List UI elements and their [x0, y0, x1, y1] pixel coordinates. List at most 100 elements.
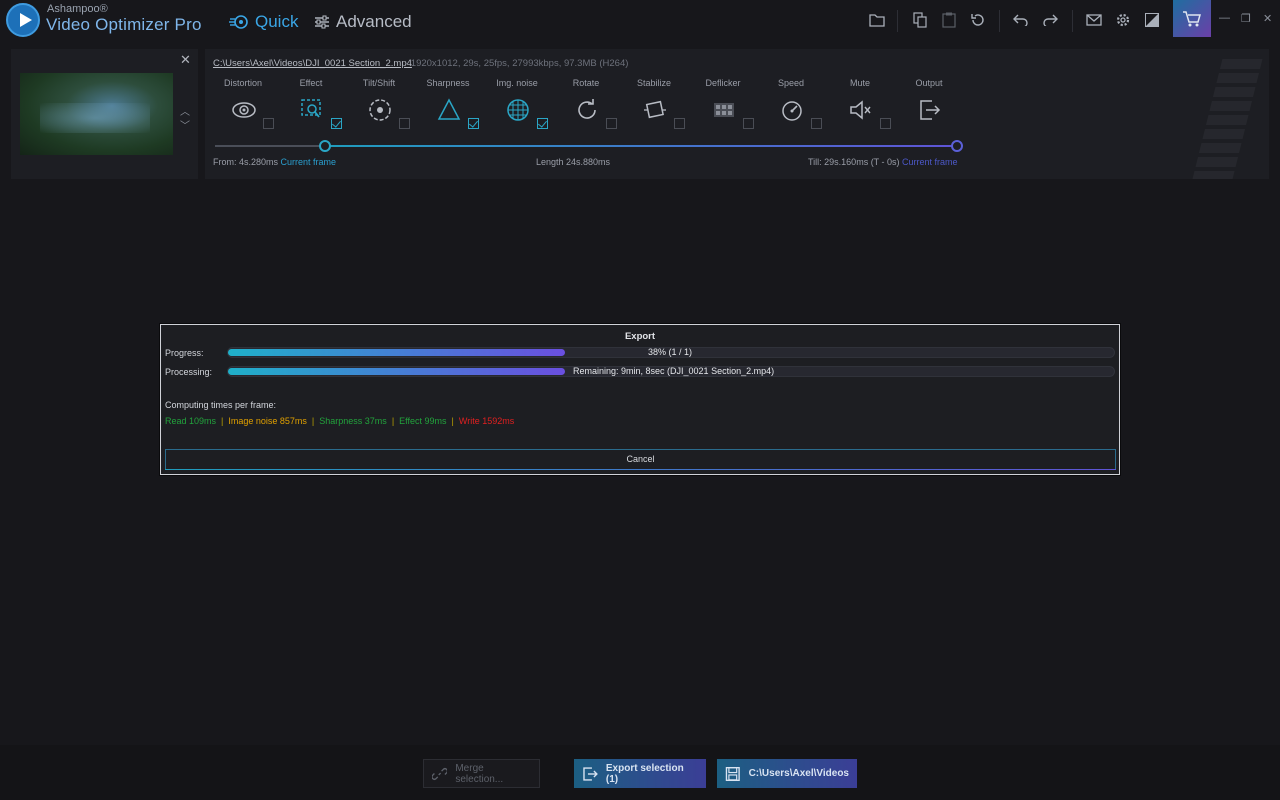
reset-icon[interactable] — [966, 9, 990, 31]
progress-bar-fill — [228, 349, 565, 356]
link-icon — [432, 767, 448, 780]
filter-sharpness[interactable]: Sharpness — [416, 78, 480, 138]
processing-bar: Remaining: 9min, 8sec (DJI_0021 Section_… — [227, 366, 1115, 377]
filter-checkbox[interactable] — [331, 118, 342, 129]
filter-label: Deflicker — [705, 78, 741, 88]
filter-checkbox[interactable] — [468, 118, 479, 129]
computing-times-label: Computing times per frame: — [165, 400, 277, 410]
open-folder-icon[interactable] — [865, 9, 889, 31]
copy-icon[interactable] — [908, 9, 932, 31]
filter-label: Output — [915, 78, 943, 88]
filter-label: Rotate — [572, 78, 600, 88]
noise-grid-icon — [507, 99, 529, 121]
paste-icon[interactable] — [937, 9, 961, 31]
filter-rotate[interactable]: Rotate — [554, 78, 618, 138]
triangle-icon — [437, 98, 461, 120]
brand-company: Ashampoo® — [47, 3, 108, 15]
quick-icon — [229, 15, 248, 29]
filter-output[interactable]: Output — [897, 78, 961, 138]
filter-distortion[interactable]: Distortion — [211, 78, 275, 138]
sliders-icon — [315, 15, 329, 29]
bottom-action-bar: Merge selection... Export selection (1) … — [0, 745, 1280, 800]
processing-text: Remaining: 9min, 8sec (DJI_0021 Section_… — [573, 366, 775, 376]
range-length: Length 24s.880ms — [536, 157, 611, 167]
filter-checkbox[interactable] — [399, 118, 410, 129]
undo-icon[interactable] — [1009, 9, 1033, 31]
mail-icon[interactable] — [1082, 9, 1106, 31]
filter-speed[interactable]: Speed — [759, 78, 823, 138]
cart-icon — [1183, 10, 1201, 26]
range-from-value: From: 4s.280ms — [213, 157, 279, 167]
cancel-button[interactable]: Cancel — [165, 449, 1116, 470]
speaker-mute-icon — [850, 100, 871, 120]
video-thumbnail[interactable] — [20, 73, 173, 155]
time-effect: Effect 99ms — [399, 416, 447, 426]
export-selection-label: Export selection (1) — [605, 762, 684, 785]
progress-bar: 38% (1 / 1) — [227, 347, 1115, 358]
filter-label: Sharpness — [426, 78, 470, 88]
export-dialog: Export Progress: 38% (1 / 1) Processing:… — [160, 324, 1120, 475]
filter-img-noise[interactable]: Img. noise — [485, 78, 549, 138]
close-icon[interactable]: ✕ — [1263, 12, 1272, 25]
toolbar-separator — [999, 10, 1000, 32]
output-folder-button[interactable]: C:\Users\Axel\Videos — [717, 759, 857, 788]
filter-label: Img. noise — [496, 78, 538, 88]
tilt-shift-icon — [369, 99, 391, 121]
eye-icon — [232, 102, 256, 118]
from-current-frame-link[interactable]: Current frame — [281, 157, 337, 167]
export-icon — [583, 766, 598, 781]
filter-checkbox[interactable] — [263, 118, 274, 129]
theme-icon[interactable] — [1140, 9, 1164, 31]
time-sharpness: Sharpness 37ms — [319, 416, 387, 426]
filter-effect[interactable]: Effect — [279, 78, 343, 138]
effect-icon — [301, 99, 321, 118]
mode-advanced-tab[interactable]: Advanced — [314, 12, 412, 32]
filmstrip-decoration — [1187, 59, 1263, 179]
processing-label: Processing: — [165, 367, 213, 377]
clip-thumbnail-panel[interactable]: ✕ ︿ ﹀ — [11, 49, 198, 179]
filter-checkbox[interactable] — [606, 118, 617, 129]
remove-clip-icon[interactable]: ✕ — [180, 52, 191, 68]
chevron-down-icon[interactable]: ﹀ — [180, 117, 190, 132]
deflicker-icon — [714, 103, 734, 117]
trim-end-handle[interactable] — [951, 140, 963, 152]
save-disk-icon — [725, 766, 740, 781]
clip-file-path[interactable]: C:\Users\Axel\Videos\DJI_0021 Section_2.… — [213, 58, 412, 69]
export-selection-button[interactable]: Export selection (1) — [574, 759, 706, 788]
time-image-noise: Image noise 857ms — [228, 416, 307, 426]
till-current-frame-link[interactable]: Current frame — [902, 157, 958, 167]
title-bar: Ashampoo® Video Optimizer Pro Quick Adva… — [0, 0, 1280, 45]
filter-label: Mute — [849, 78, 870, 88]
chevron-up-icon[interactable]: ︿ — [180, 103, 190, 118]
time-separator: | — [391, 416, 395, 426]
merge-selection-button[interactable]: Merge selection... — [423, 759, 540, 788]
filter-mute[interactable]: Mute — [828, 78, 892, 138]
time-separator: | — [311, 416, 315, 426]
filter-checkbox[interactable] — [537, 118, 548, 129]
gear-icon[interactable] — [1111, 9, 1135, 31]
filter-label: Stabilize — [636, 78, 672, 88]
minimize-icon[interactable]: — — [1219, 12, 1230, 24]
filter-checkbox[interactable] — [743, 118, 754, 129]
range-till: Till: 29s.160ms (T - 0s) Current frame — [808, 157, 958, 167]
filter-checkbox[interactable] — [811, 118, 822, 129]
trim-start-handle[interactable] — [318, 140, 331, 152]
clip-settings-panel: C:\Users\Axel\Videos\DJI_0021 Section_2.… — [205, 49, 1269, 179]
filter-stabilize[interactable]: Stabilize — [622, 78, 686, 138]
app-logo-icon — [6, 3, 40, 37]
mode-quick-tab[interactable]: Quick — [229, 12, 298, 32]
mode-advanced-label: Advanced — [336, 12, 412, 31]
output-folder-label: C:\Users\Axel\Videos — [748, 768, 849, 779]
filter-checkbox[interactable] — [674, 118, 685, 129]
filter-tilt-shift[interactable]: Tilt/Shift — [347, 78, 411, 138]
shop-cart-button[interactable] — [1173, 0, 1211, 37]
brand-name: Video Optimizer Pro — [46, 15, 202, 34]
toolbar-separator — [897, 10, 898, 32]
restore-icon[interactable]: ❐ — [1241, 12, 1251, 25]
range-from: From: 4s.280ms Current frame — [213, 157, 336, 167]
filter-deflicker[interactable]: Deflicker — [691, 78, 755, 138]
progress-text: 38% (1 / 1) — [648, 347, 693, 357]
filter-checkbox[interactable] — [880, 118, 891, 129]
processing-bar-fill — [228, 368, 565, 375]
redo-icon[interactable] — [1038, 9, 1062, 31]
